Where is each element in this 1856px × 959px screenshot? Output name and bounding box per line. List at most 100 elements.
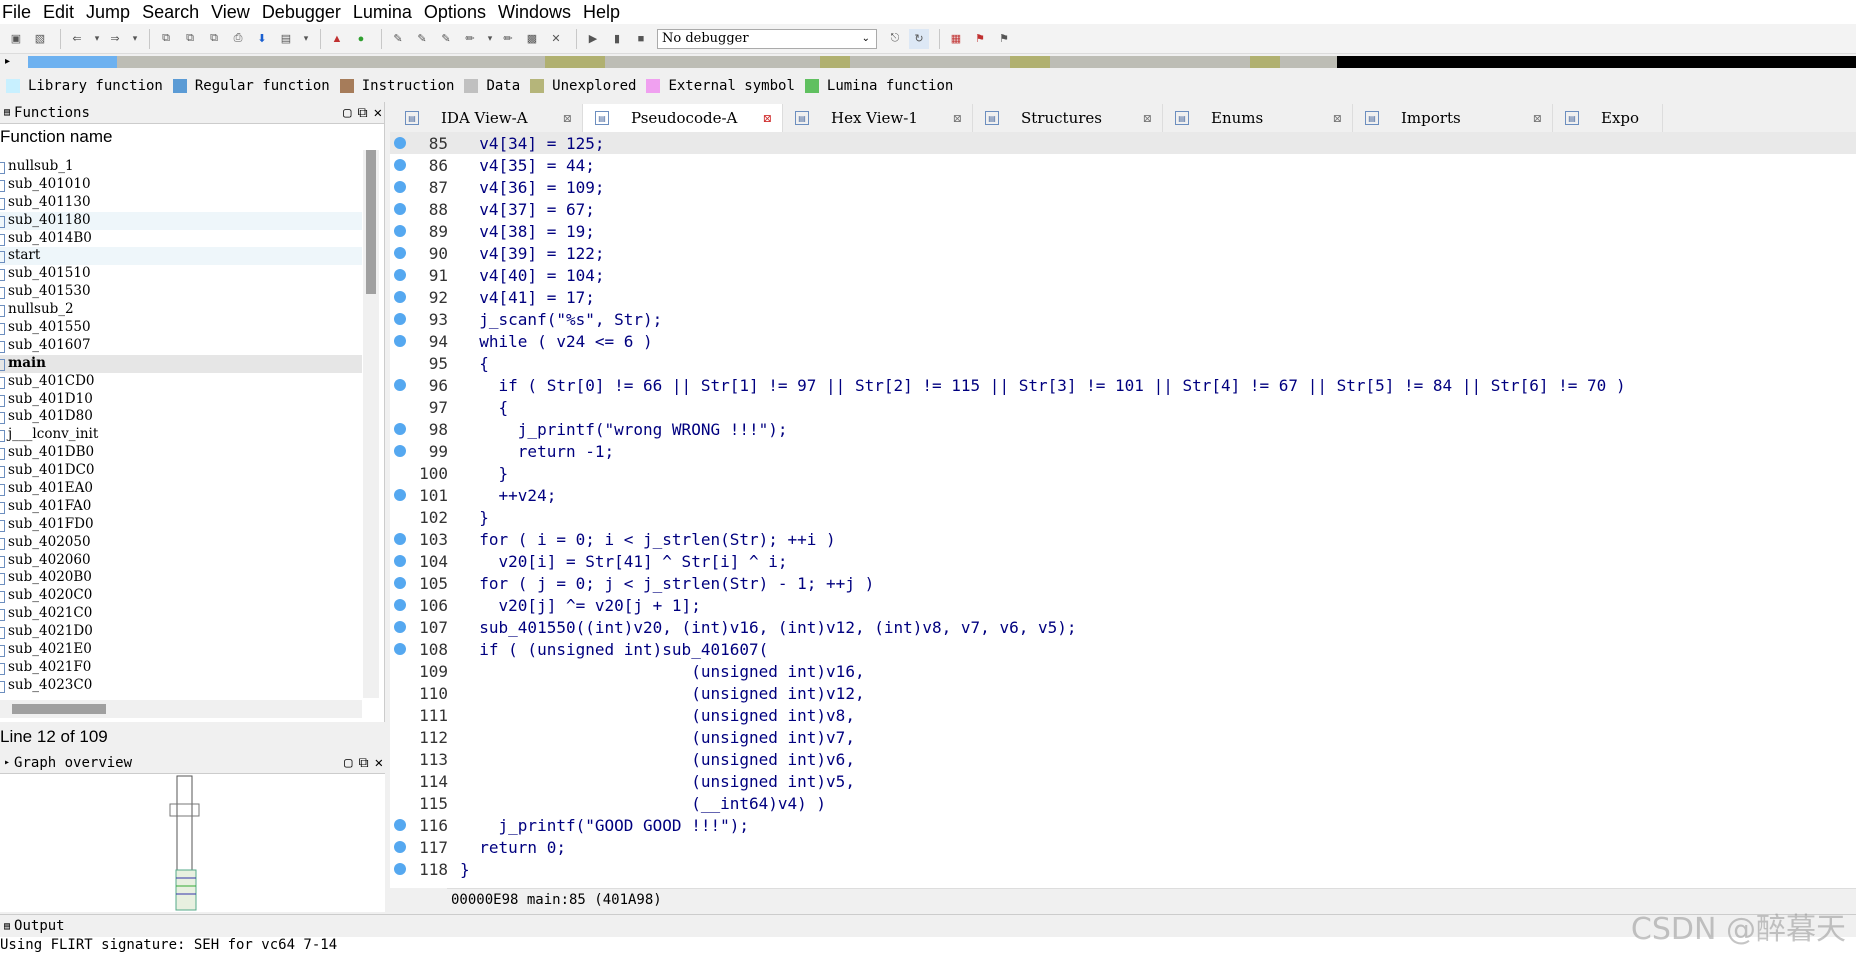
function-name-column-header[interactable]: Function name — [0, 124, 384, 150]
function-list-item[interactable]: j___lconv_init — [0, 426, 362, 444]
code-line[interactable]: 117 return 0; — [390, 836, 1856, 858]
breakpoint-dot-icon[interactable] — [394, 291, 406, 303]
menu-view[interactable]: View — [205, 0, 256, 24]
output-text[interactable]: Using FLIRT signature: SEH for vc64 7-14 — [0, 937, 1856, 953]
code-line[interactable]: 93 j_scanf("%s", Str); — [390, 308, 1856, 330]
code-line[interactable]: 89 v4[38] = 19; — [390, 220, 1856, 242]
breakpoint-icon[interactable]: ⚑ — [970, 29, 990, 49]
back-dropdown-icon[interactable]: ▾ — [91, 29, 103, 49]
function-list-item[interactable]: sub_401DB0 — [0, 444, 362, 462]
code-line[interactable]: 91 v4[40] = 104; — [390, 264, 1856, 286]
function-list-item[interactable]: sub_4021D0 — [0, 623, 362, 641]
code-line[interactable]: 109 (unsigned int)v16, — [390, 660, 1856, 682]
function-list-item[interactable]: sub_401010 — [0, 176, 362, 194]
code-line[interactable]: 118} — [390, 858, 1856, 880]
breakpoint-dot-icon[interactable] — [394, 423, 406, 435]
function-list-item[interactable]: main — [0, 354, 362, 373]
tab-expo[interactable]: ▤ Expo — [1553, 104, 1663, 132]
image-icon[interactable]: ▩ — [522, 29, 542, 49]
function-list-item[interactable]: sub_4021C0 — [0, 605, 362, 623]
breakpoint-dot-icon[interactable] — [394, 269, 406, 281]
code-line[interactable]: 96 if ( Str[0] != 66 || Str[1] != 97 || … — [390, 374, 1856, 396]
function-list-item[interactable]: sub_402060 — [0, 552, 362, 570]
function-list-item[interactable]: start — [0, 247, 362, 266]
tab-close-icon[interactable]: ⊠ — [1533, 112, 1542, 125]
tab-close-icon[interactable]: ⊠ — [953, 112, 962, 125]
close-icon[interactable]: ✕ — [374, 105, 382, 121]
debugger-select[interactable]: No debugger ⌄ — [657, 28, 877, 49]
code-line[interactable]: 94 while ( v24 <= 6 ) — [390, 330, 1856, 352]
menu-edit[interactable]: Edit — [37, 0, 80, 24]
menu-search[interactable]: Search — [136, 0, 205, 24]
text-dropdown-icon[interactable]: ▾ — [300, 29, 312, 49]
code-line[interactable]: 99 return -1; — [390, 440, 1856, 462]
code-line[interactable]: 116 j_printf("GOOD GOOD !!!"); — [390, 814, 1856, 836]
function-list-item[interactable]: sub_4021F0 — [0, 659, 362, 677]
function-list-item[interactable]: sub_401FA0 — [0, 498, 362, 516]
breakpoint-dot-icon[interactable] — [394, 335, 406, 347]
scrollbar-thumb[interactable] — [12, 704, 106, 714]
restore-icon[interactable]: ⧉ — [359, 755, 369, 771]
close-icon[interactable]: ✕ — [546, 29, 566, 49]
stop-icon[interactable]: ■ — [631, 29, 651, 49]
breakpoint-dot-icon[interactable] — [394, 445, 406, 457]
open-icon[interactable]: ▣ — [6, 29, 26, 49]
code-line[interactable]: 100 } — [390, 462, 1856, 484]
breakpoint-dot-icon[interactable] — [394, 577, 406, 589]
code-line[interactable]: 90 v4[39] = 122; — [390, 242, 1856, 264]
code-line[interactable]: 110 (unsigned int)v12, — [390, 682, 1856, 704]
pen-icon[interactable]: ✏ — [460, 29, 480, 49]
menu-file[interactable]: File — [0, 0, 37, 24]
graph-icon[interactable]: ▲ — [327, 29, 347, 49]
breakpoint-dot-icon[interactable] — [394, 489, 406, 501]
debug-window-icon[interactable]: ▦ — [946, 29, 966, 49]
breakpoint-dot-icon[interactable] — [394, 137, 406, 149]
restore-icon[interactable]: ⧉ — [358, 105, 368, 121]
tab-ida-view-a[interactable]: ▤ IDA View-A ⊠ — [393, 104, 583, 132]
tab-close-icon[interactable]: ⊠ — [563, 112, 572, 125]
menu-jump[interactable]: Jump — [80, 0, 136, 24]
function-list-item[interactable]: sub_401130 — [0, 194, 362, 212]
save-icon[interactable]: ▧ — [30, 29, 50, 49]
paste-icon[interactable]: ⧉ — [204, 29, 224, 49]
download-icon[interactable]: ⬇ — [252, 29, 272, 49]
maximize-icon[interactable]: ▢ — [344, 755, 352, 771]
breakpoint-dot-icon[interactable] — [394, 533, 406, 545]
breakpoint-dot-icon[interactable] — [394, 379, 406, 391]
function-list-item[interactable]: sub_4020B0 — [0, 569, 362, 587]
brush-icon[interactable]: ✏ — [498, 29, 518, 49]
code-line[interactable]: 97 { — [390, 396, 1856, 418]
tab-close-icon[interactable]: ⊠ — [763, 112, 772, 125]
code-line[interactable]: 113 (unsigned int)v6, — [390, 748, 1856, 770]
green-dot-icon[interactable]: ● — [351, 29, 371, 49]
function-list-item[interactable]: sub_401CD0 — [0, 373, 362, 391]
breakpoint-dot-icon[interactable] — [394, 313, 406, 325]
attach-icon[interactable]: ⎋ — [885, 29, 905, 49]
function-list-item[interactable]: sub_4014B0 — [0, 230, 362, 248]
breakpoint-dot-icon[interactable] — [394, 599, 406, 611]
function-list-item[interactable]: sub_4023C0 — [0, 677, 362, 694]
functions-list[interactable]: nullsub_1 sub_401010 sub_401130 sub_401180 s… — [0, 158, 362, 694]
breakpoint-dot-icon[interactable] — [394, 225, 406, 237]
breakpoint-dot-icon[interactable] — [394, 181, 406, 193]
code-line[interactable]: 106 v20[j] ^= v20[j + 1]; — [390, 594, 1856, 616]
tab-close-icon[interactable]: ⊠ — [1143, 112, 1152, 125]
function-list-item[interactable]: sub_402050 — [0, 534, 362, 552]
close-icon[interactable]: ✕ — [375, 755, 383, 771]
code-line[interactable]: 87 v4[36] = 109; — [390, 176, 1856, 198]
breakpoint-dot-icon[interactable] — [394, 159, 406, 171]
code-line[interactable]: 105 for ( j = 0; j < j_strlen(Str) - 1; … — [390, 572, 1856, 594]
tab-pseudocode-a[interactable]: ▤ Pseudocode-A ⊠ — [583, 104, 783, 132]
function-list-item[interactable]: sub_401D80 — [0, 408, 362, 426]
breakpoint-dot-icon[interactable] — [394, 819, 406, 831]
functions-horizontal-scrollbar[interactable] — [0, 700, 362, 718]
pseudocode-view[interactable]: 85 v4[34] = 125; 86 v4[35] = 44; 87 v4[36]… — [390, 132, 1856, 888]
code-line[interactable]: 86 v4[35] = 44; — [390, 154, 1856, 176]
code-line[interactable]: 88 v4[37] = 67; — [390, 198, 1856, 220]
function-list-item[interactable]: sub_4021E0 — [0, 641, 362, 659]
breakpoint-dot-icon[interactable] — [394, 863, 406, 875]
function-list-item[interactable]: nullsub_2 — [0, 301, 362, 319]
function-list-item[interactable]: sub_401FD0 — [0, 516, 362, 534]
menu-lumina[interactable]: Lumina — [347, 0, 418, 24]
breakpoint-dot-icon[interactable] — [394, 621, 406, 633]
